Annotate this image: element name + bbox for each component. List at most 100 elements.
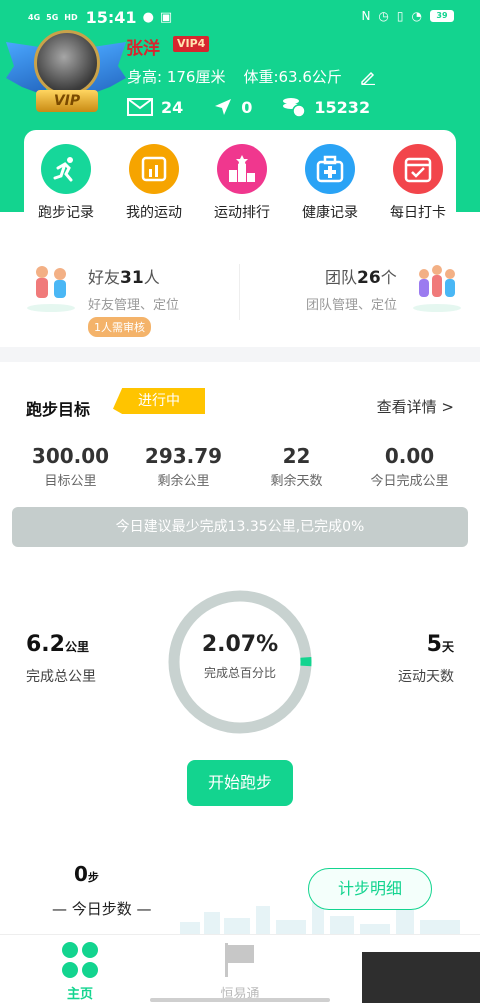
stat-value: 22	[282, 444, 311, 468]
profile-counters: 24 0 15232	[127, 96, 400, 118]
wifi-icon: ◔	[411, 9, 422, 23]
user-name: 张洋	[126, 39, 160, 59]
mail-icon	[127, 98, 153, 116]
daily-suggestion-bar: 今日建议最少完成13.35公里,已完成0%	[12, 507, 468, 547]
today-steps-label: — 今日步数 —	[52, 900, 152, 918]
total-km: 6.2公里	[26, 632, 89, 657]
stat-value: 0.00	[384, 444, 435, 468]
divider	[239, 264, 240, 320]
pending-review-badge[interactable]: 1人需审核	[88, 317, 151, 337]
stat-remaining-days: 22 剩余天数	[242, 444, 352, 489]
team-summary[interactable]: 团队26个	[325, 264, 397, 288]
team-subtitle: 团队管理、定位	[306, 298, 398, 313]
total-km-label: 完成总公里	[26, 669, 96, 685]
goal-status-badge: 进行中	[113, 388, 205, 414]
team-label: 团队	[325, 268, 358, 287]
sport-days: 5天	[427, 632, 454, 657]
progress-ring	[168, 590, 312, 734]
coins-icon	[283, 98, 307, 118]
chart-icon	[129, 144, 179, 194]
avatar-image	[34, 30, 100, 96]
navigation-arrow-icon	[215, 99, 232, 115]
today-steps-unit: 步	[87, 871, 99, 884]
stat-label: 目标公里	[44, 474, 97, 489]
vip-level-badge: VIP4	[173, 36, 210, 52]
friends-illustration-icon	[27, 266, 75, 312]
body-stats: 身高: 176厘米 体重:63.6公斤	[127, 66, 376, 87]
avatar[interactable]: VIP	[6, 28, 126, 116]
stat-label: 剩余公里	[157, 474, 210, 489]
menu-item-daily-checkin[interactable]: 每日打卡	[374, 144, 462, 222]
stat-today-km: 0.00 今日完成公里	[355, 444, 465, 489]
menu-item-ranking[interactable]: 运动排行	[198, 144, 286, 222]
menu-item-health-record[interactable]: 健康记录	[286, 144, 374, 222]
menu-label: 跑步记录	[38, 205, 94, 221]
goal-title: 跑步目标	[26, 400, 91, 419]
network-4g-indicator: 4G	[28, 13, 41, 22]
clock: 15:41	[85, 8, 137, 27]
progress-ring-track	[168, 590, 312, 734]
height-text: 身高: 176厘米	[127, 68, 226, 86]
hd-indicator: HD	[64, 13, 78, 22]
nfc-icon: N	[361, 9, 371, 23]
today-steps-value: 0	[74, 862, 88, 886]
calendar-check-icon	[393, 144, 443, 194]
sport-days-label: 运动天数	[398, 669, 454, 685]
floating-video-thumbnail[interactable]	[362, 952, 480, 1003]
team-count: 26	[357, 268, 381, 288]
home-grid-icon	[62, 942, 98, 978]
location-count: 0	[241, 97, 253, 117]
location-counter[interactable]: 0	[213, 97, 252, 117]
menu-item-running-record[interactable]: 跑步记录	[22, 144, 110, 222]
messages-counter[interactable]: 24	[127, 98, 183, 117]
completion-percent: 2.07%	[201, 632, 279, 657]
stat-target-km: 300.00 目标公里	[16, 444, 126, 489]
sport-days-unit: 天	[441, 640, 454, 654]
social-section: 好友31人 好友管理、定位 1人需审核 团队26个 团队管理、定位	[0, 248, 480, 340]
battery-icon: 39	[430, 10, 454, 22]
coins-count: 15232	[314, 97, 371, 117]
vip-avatar-badge: VIP	[36, 90, 98, 112]
friends-label: 好友	[88, 268, 121, 287]
stat-remaining-km: 293.79 剩余公里	[129, 444, 239, 489]
flag-icon	[225, 943, 254, 977]
team-unit: 个	[380, 268, 397, 287]
menu-label: 每日打卡	[390, 205, 446, 221]
sport-days-value: 5	[426, 632, 442, 657]
podium-icon	[217, 144, 267, 194]
network-5g-indicator: 5G	[46, 13, 59, 22]
step-details-button[interactable]: 计步明细	[308, 868, 432, 910]
vibrate-icon: ▯	[396, 9, 404, 23]
friends-count: 31	[120, 268, 144, 288]
medkit-icon	[305, 144, 355, 194]
app-notification-icon: ▣	[159, 10, 173, 25]
menu-item-my-sport[interactable]: 我的运动	[110, 144, 198, 222]
coins-counter[interactable]: 15232	[282, 96, 370, 118]
home-indicator[interactable]	[150, 998, 330, 1002]
edit-icon[interactable]	[360, 69, 376, 85]
tab-hengyitong[interactable]: 恒易通	[200, 941, 280, 1002]
running-icon	[41, 144, 91, 194]
android-icon: ●	[142, 10, 154, 25]
completion-percent-label: 完成总百分比	[203, 666, 276, 680]
stat-value: 300.00	[31, 444, 110, 468]
tab-label: 主页	[66, 987, 93, 1002]
menu-label: 运动排行	[214, 205, 270, 221]
today-steps: 0步	[74, 862, 99, 886]
stat-label: 剩余天数	[270, 474, 323, 489]
tab-home[interactable]: 主页	[40, 941, 120, 1002]
start-running-button[interactable]: 开始跑步	[187, 760, 293, 806]
total-km-value: 6.2	[26, 632, 65, 657]
alarm-icon: ◷	[378, 9, 389, 23]
menu-label: 我的运动	[126, 205, 182, 221]
friends-summary[interactable]: 好友31人	[88, 264, 160, 288]
stat-value: 293.79	[144, 444, 223, 468]
friends-subtitle: 好友管理、定位	[88, 298, 180, 313]
team-illustration-icon	[413, 265, 461, 312]
running-goal-card: 跑步目标 进行中 查看详情 > 300.00 目标公里 293.79 剩余公里 …	[0, 362, 480, 1003]
total-km-unit: 公里	[64, 640, 89, 654]
menu-label: 健康记录	[302, 205, 358, 221]
view-details-link[interactable]: 查看详情 >	[377, 396, 454, 417]
friends-unit: 人	[143, 268, 160, 287]
feature-menu: 跑步记录 我的运动 运动排行 健康记录 每日打卡	[22, 144, 462, 222]
